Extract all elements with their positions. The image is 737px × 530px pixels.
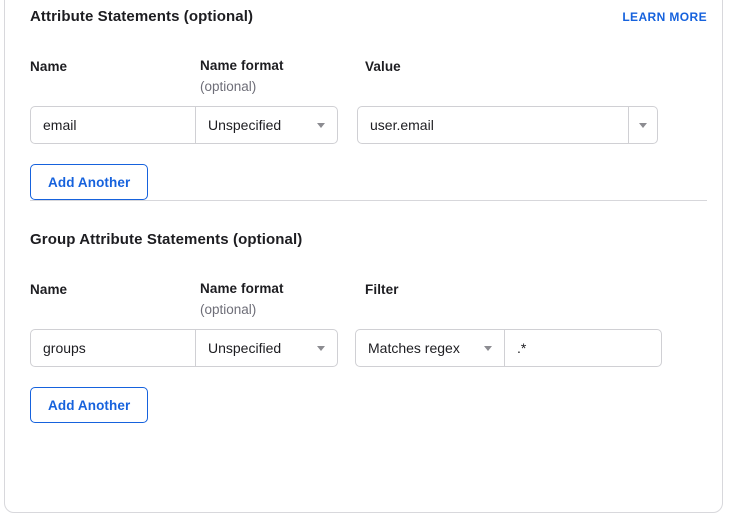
group-attribute-columns-header: Name Name format (optional) Filter [30,281,707,318]
column-value-label: Value [365,59,401,74]
group-attribute-statements-title: Group Attribute Statements (optional) [30,231,302,249]
add-another-group-attribute-button[interactable]: Add Another [30,387,148,423]
chevron-down-icon [317,346,325,351]
attribute-value-dropdown-button[interactable] [628,106,658,144]
chevron-down-icon [639,123,647,128]
attribute-name-input[interactable] [30,106,196,144]
group-filter-value-input[interactable] [504,329,662,367]
column-name: Name [30,281,200,299]
group-attribute-statements-header: Group Attribute Statements (optional) [30,231,707,249]
group-attribute-name-format-selected-value: Unspecified [208,340,281,356]
column-name-format: Name format (optional) [200,281,365,318]
section-divider [30,200,707,201]
chevron-down-icon [484,346,492,351]
add-another-attribute-button[interactable]: Add Another [30,164,148,200]
column-filter: Filter [365,281,707,299]
learn-more-link[interactable]: LEARN MORE [622,8,707,25]
column-name-format-label: Name format [200,281,365,297]
attribute-columns-header: Name Name format (optional) Value [30,58,707,95]
chevron-down-icon [317,123,325,128]
column-value: Value [365,58,707,76]
column-name-format-optional-note: (optional) [200,79,365,95]
column-name-format-optional-note: (optional) [200,302,365,318]
attribute-statements-section: Attribute Statements (optional) LEARN MO… [30,8,707,200]
column-name-label: Name [30,282,67,297]
attribute-name-format-selected-value: Unspecified [208,117,281,133]
group-attribute-statements-section: Group Attribute Statements (optional) Na… [30,231,707,423]
attribute-value-combobox [357,106,658,144]
saml-settings-card: Attribute Statements (optional) LEARN MO… [4,0,723,513]
column-name: Name [30,58,200,76]
group-filter-type-select[interactable]: Matches regex [355,329,505,367]
group-filter-type-selected-value: Matches regex [368,340,460,356]
group-attribute-statement-row: Unspecified Matches regex [30,329,707,367]
attribute-statements-title: Attribute Statements (optional) [30,8,253,26]
column-name-format: Name format (optional) [200,58,365,95]
group-attribute-name-input[interactable] [30,329,196,367]
column-name-label: Name [30,59,67,74]
attribute-statements-header: Attribute Statements (optional) LEARN MO… [30,8,707,26]
group-attribute-name-format-select[interactable]: Unspecified [195,329,338,367]
attribute-statement-row: Unspecified [30,106,707,144]
column-name-format-label: Name format [200,58,365,74]
attribute-name-format-select[interactable]: Unspecified [195,106,338,144]
attribute-value-input[interactable] [357,106,629,144]
column-filter-label: Filter [365,282,399,297]
